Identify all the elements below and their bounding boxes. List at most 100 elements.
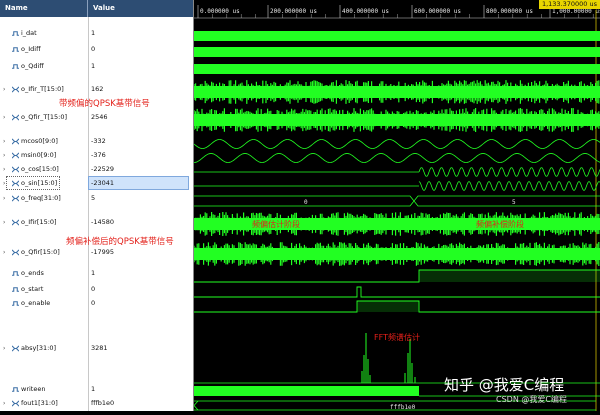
watermark-zhihu: 知乎 @我爱C编程 [444,376,565,394]
wave-i_dat [194,31,600,41]
timeline-tick-label: 600.000000 us [414,8,461,15]
signal-row[interactable]: o_Idiff 0 [0,44,193,56]
signal-value: -22529 [91,165,115,173]
wave-mcos0 [193,139,600,149]
expand-toggle-icon[interactable]: › [3,400,9,407]
signal-icon [12,64,19,69]
expand-toggle-icon[interactable]: › [3,114,9,121]
signal-value: -332 [91,137,106,145]
signal-row[interactable]: writeen 1 [0,384,193,396]
signal-row[interactable]: › o_cos[15:0] -22529 [0,164,193,176]
bus-signal-icon [12,86,19,93]
timeline-tick-label: 800.000000 us [486,8,533,15]
signal-name: o_ends [21,269,44,277]
expand-toggle-icon[interactable]: › [3,86,9,93]
o_freq-value-after: 5 [512,199,516,206]
signal-row[interactable]: › fout1[31:0] fffb1e0 [0,398,193,410]
signal-row[interactable]: o_ends 1 [0,268,193,280]
signal-name: o_enable [21,299,51,307]
bus-signal-icon [12,249,19,256]
signal-name: o_Qfir_T[15:0] [21,113,67,121]
signal-value: 0 [91,45,96,53]
signal-row[interactable]: › o_Qfir[15:0] -17995 [0,247,193,259]
signal-row[interactable]: o_enable 0 [0,298,193,310]
signal-row[interactable]: › msin0[9:0] -376 [0,150,193,162]
timeline-tick-label: 200.000000 us [270,8,317,15]
signal-icon [12,301,19,306]
wave-o_freq-bus [194,195,600,207]
signal-name: i_dat [21,29,37,37]
wave-o_sin [418,180,600,192]
name-column-header[interactable]: Name [0,0,88,17]
fout1-value: fffb1e0 [390,404,416,411]
wave-o_Idiff [194,47,600,57]
signal-name-panel: Name Value i_dat 1 o_Idiff 0 o_Qdiff 1 › o_Ifir… [0,0,194,411]
bus-signal-icon [12,114,19,121]
expand-toggle-icon[interactable]: › [3,219,9,226]
annotation-compensated-qpsk: 频偏补偿后的QPSK基带信号 [66,237,174,247]
signal-name: absy[31:0] [21,344,57,352]
timeline-tick-label: 0.000000 us [200,8,240,15]
signal-value: -14580 [91,218,115,226]
signal-name: o_Ifir[15:0] [21,218,57,226]
annotation-fft-spectrum-estimate: FFT频谱估计 [374,333,420,342]
o_freq-value-before: 0 [304,199,308,206]
signal-value: 5 [91,194,96,202]
signal-row[interactable]: › absy[31:0] 3281 [0,343,193,355]
signal-value: 0 [91,285,96,293]
signal-value: 1 [91,385,96,393]
expand-toggle-icon[interactable]: › [3,166,9,173]
expand-toggle-icon[interactable]: › [3,249,9,256]
wave-o_Ifir_T-core [194,86,600,98]
signal-row[interactable]: › mcos0[9:0] -332 [0,136,193,148]
signal-value: 1 [91,62,96,70]
signal-row[interactable]: o_Qdiff 1 [0,61,193,73]
signal-icon [12,47,19,52]
signal-name: o_start [21,285,44,293]
bus-signal-icon [12,195,19,202]
signal-row[interactable]: › o_Ifir[15:0] -14580 [0,217,193,229]
waveform-viewer[interactable]: 0.000000 us 200.000000 us 400.000000 us 600… [193,0,600,411]
signal-row[interactable]: › o_sin[15:0] -23041 [0,176,193,190]
expand-toggle-icon[interactable]: › [3,152,9,159]
waveform-canvas[interactable]: 0.000000 us 200.000000 us 400.000000 us 600… [193,0,600,411]
value-column-header[interactable]: Value [88,0,193,17]
signal-name: o_Ifir_T[15:0] [21,85,64,93]
bus-signal-icon [12,219,19,226]
wave-o_enable-fill [357,301,419,312]
bus-signal-icon [12,400,19,407]
wave-msin0 [193,153,600,163]
signal-name: mcos0[9:0] [21,137,58,145]
wave-o_cos [418,167,600,177]
signal-value: -17995 [91,248,115,256]
signal-row[interactable]: › o_Ifir_T[15:0] 162 [0,84,193,96]
signal-row[interactable]: › o_Qfir_T[15:0] 2546 [0,112,193,124]
bus-signal-icon [12,345,19,352]
annotation-freq-compensate-stage: 频偏补偿阶段 [476,220,524,229]
expand-toggle-icon[interactable]: › [3,345,9,352]
signal-row[interactable]: › o_freq[31:0] 5 [0,193,193,205]
signal-value: 2546 [91,113,108,121]
signal-name: msin0[9:0] [21,151,57,159]
watermark-csdn: CSDN @我爱C编程 [496,395,567,404]
bus-signal-icon [12,180,19,187]
signal-value: 0 [91,299,96,307]
signal-value: fffb1e0 [91,399,115,407]
signal-name: writeen [21,385,46,393]
annotation-freq-estimate-stage: 频偏估计阶段 [252,220,300,229]
wave-o_start [194,286,600,298]
signal-value: 162 [91,85,104,93]
expand-toggle-icon[interactable]: › [3,195,9,202]
expand-toggle-icon[interactable]: › [3,180,9,187]
signal-name: o_sin[15:0] [21,179,58,187]
signal-icon [12,387,19,392]
signal-row[interactable]: i_dat 1 [0,28,193,40]
wave-o_Qfir-core [194,248,600,260]
signal-row[interactable]: o_start 0 [0,284,193,296]
cursor-time-readout: 1,133.370000 us [538,0,600,9]
expand-toggle-icon[interactable]: › [3,138,9,145]
signal-value: 3281 [91,344,108,352]
timeline-tick-label: 400.000000 us [342,8,389,15]
bus-signal-icon [12,166,19,173]
signal-name: o_Qdiff [21,62,44,70]
